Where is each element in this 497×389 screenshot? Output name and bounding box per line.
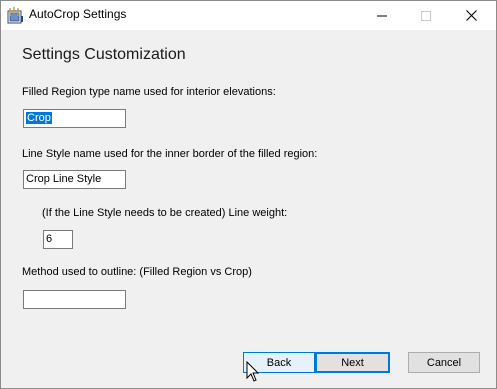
autocrop-settings-window: AutoCrop Settings Settings Customization… [0,0,497,389]
page-title: Settings Customization [22,46,186,63]
cancel-button[interactable]: Cancel [408,352,480,373]
next-button[interactable]: Next [315,352,390,373]
app-icon [7,7,23,24]
window-title: AutoCrop Settings [29,7,127,21]
line-weight-value: 6 [46,233,53,245]
maximize-button[interactable] [403,1,448,30]
line-style-input[interactable]: Crop Line Style [23,170,126,189]
line-style-label: Line Style name used for the inner borde… [22,148,318,160]
filled-region-label: Filled Region type name used for interio… [22,86,276,98]
line-style-value: Crop Line Style [26,173,102,185]
method-label: Method used to outline: (Filled Region v… [22,266,252,278]
mouse-cursor-icon [246,361,260,382]
filled-region-input[interactable]: Crop [23,109,126,128]
line-weight-label: (If the Line Style needs to be created) … [42,207,288,219]
close-icon [466,10,477,21]
minimize-button[interactable] [359,1,404,30]
title-bar[interactable]: AutoCrop Settings [1,1,496,30]
method-input[interactable] [23,290,126,309]
maximize-icon [420,10,431,21]
dialog-body: Settings Customization Filled Region typ… [1,30,496,388]
minimize-icon [376,15,387,16]
close-button[interactable] [449,1,494,30]
line-weight-input[interactable]: 6 [43,230,73,249]
filled-region-value: Crop [26,112,52,124]
